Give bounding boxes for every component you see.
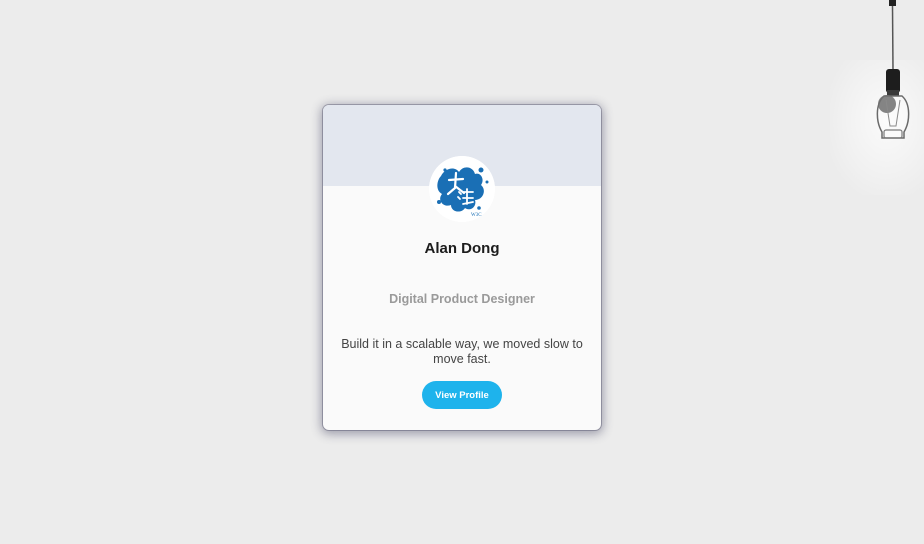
- profile-card: W3C Alan Dong Digital Product Designer B…: [323, 105, 601, 430]
- avatar: W3C: [429, 156, 495, 222]
- profile-title: Digital Product Designer: [389, 292, 535, 306]
- profile-bio: Build it in a scalable way, we moved slo…: [341, 337, 583, 366]
- view-profile-button[interactable]: View Profile: [422, 381, 502, 409]
- page-stage: W3C Alan Dong Digital Product Designer B…: [0, 0, 924, 544]
- ink-splash-logo-icon: W3C: [429, 156, 495, 222]
- hanging-lightbulb-icon: [870, 0, 924, 150]
- profile-name: Alan Dong: [424, 240, 500, 257]
- svg-text:W3C: W3C: [471, 213, 482, 218]
